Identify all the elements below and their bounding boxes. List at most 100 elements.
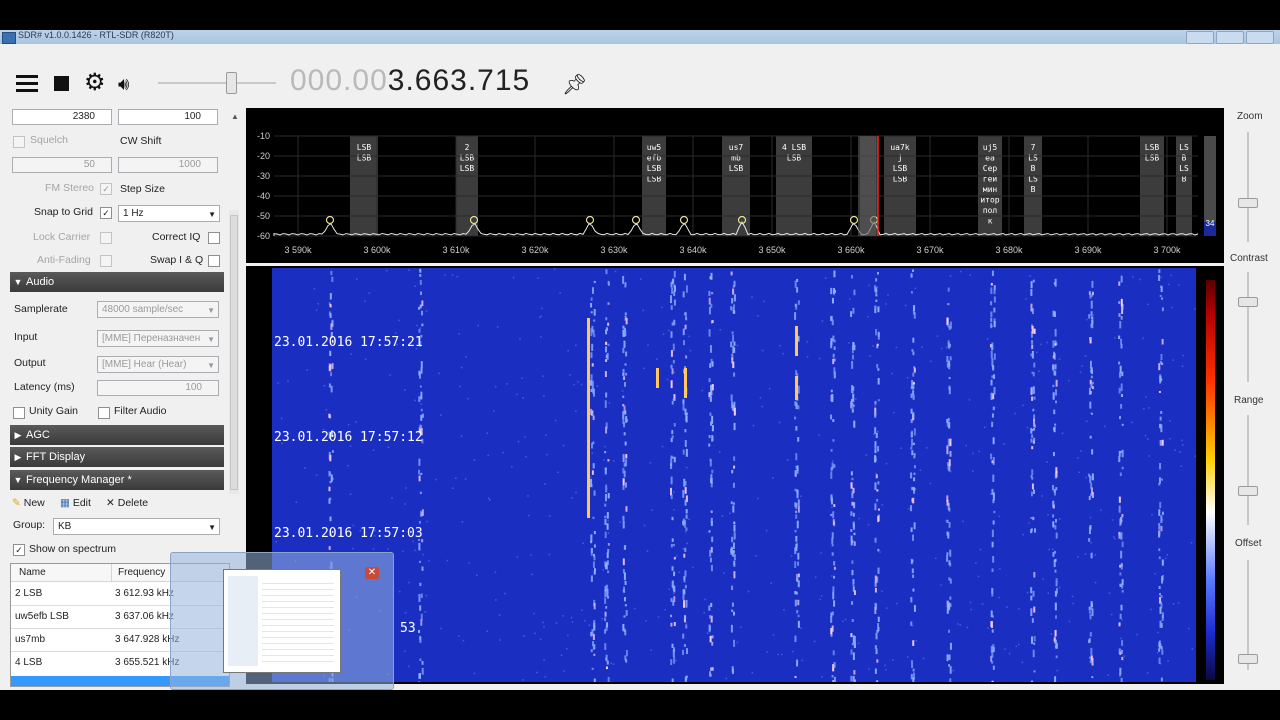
y-tick-label: -10 (257, 131, 270, 141)
unity-gain-label: Unity Gain (29, 405, 79, 417)
delete-button[interactable]: ✕ Delete (106, 497, 148, 509)
latency-input[interactable]: 100 (97, 380, 219, 396)
table-row-name[interactable]: uw5efb LSB (15, 606, 69, 628)
maximize-button[interactable] (1216, 31, 1244, 44)
swap-iq-label: Swap I & Q (150, 254, 204, 266)
volume-slider-thumb[interactable] (226, 72, 237, 94)
spectrum-analyzer[interactable]: LSB LSB 2 LSB LSB uw5 efb LSB LSB us7 mb LSB 4 LSB LS… (246, 108, 1224, 263)
input-device-select[interactable]: [MME] Переназначен ▼ (97, 330, 219, 347)
filter-bandwidth-input[interactable]: 2380 (12, 109, 112, 125)
latency-label: Latency (ms) (14, 381, 75, 393)
contrast-slider[interactable] (1247, 272, 1249, 382)
frequency-leading-digits[interactable]: 000.00 (290, 64, 388, 97)
edit-label: Edit (72, 497, 91, 509)
pin-icon[interactable]: 📌︎ (562, 72, 587, 97)
output-device-value: [MME] Hear (Hear) (102, 359, 187, 370)
table-row-frequency[interactable]: 3 637.06 kHz (115, 606, 174, 628)
input-device-value: [MME] Переназначен (102, 333, 201, 344)
unity-gain-checkbox[interactable] (13, 407, 25, 419)
correct-iq-label: Correct IQ (152, 231, 201, 243)
table-row-name[interactable]: us7mb (15, 629, 45, 651)
y-tick-label: -20 (257, 151, 270, 161)
agc-section-header[interactable]: ▶ AGC (10, 425, 224, 445)
fm-stereo-label: FM Stereo (45, 182, 95, 194)
delete-label: Delete (117, 497, 149, 509)
y-tick-label: -50 (257, 211, 270, 221)
show-on-spectrum-checkbox[interactable]: ✓ (13, 544, 25, 556)
samplerate-select[interactable]: 48000 sample/sec ▼ (97, 301, 219, 318)
anti-fading-checkbox[interactable] (100, 255, 112, 267)
new-label: New (23, 497, 45, 509)
squelch-value-input[interactable]: 50 (12, 157, 112, 173)
group-value: KB (58, 521, 72, 532)
table-row-name[interactable]: 4 LSB (15, 652, 42, 674)
lock-carrier-label: Lock Carrier (33, 231, 91, 243)
bookmark-label: LSBLSB (1145, 143, 1160, 163)
range-slider-thumb[interactable] (1238, 486, 1258, 496)
filter-audio-checkbox[interactable] (98, 407, 110, 419)
group-label: Group: (13, 519, 46, 531)
group-select[interactable]: KB ▼ (53, 518, 220, 535)
chevron-down-icon: ▼ (207, 361, 215, 370)
frequency-manager-section-label: Frequency Manager * (26, 474, 132, 486)
audio-section-header[interactable]: ▼ Audio (10, 272, 224, 292)
x-tick-label: 3 590k (284, 245, 312, 255)
chevron-down-icon: ▼ (207, 335, 215, 344)
close-button[interactable] (1246, 31, 1274, 44)
frequency-display[interactable]: 000.003.663.715 (290, 64, 530, 98)
gear-icon[interactable]: ⚙ (84, 71, 106, 95)
edit-button[interactable]: ▦ Edit (60, 497, 91, 509)
fm-stereo-checkbox[interactable]: ✓ (100, 183, 112, 195)
zoom-slider[interactable] (1247, 132, 1249, 242)
stop-icon[interactable] (54, 76, 69, 91)
speaker-icon[interactable]: 🔊︎ (118, 74, 129, 94)
minimize-button[interactable] (1186, 31, 1214, 44)
output-label: Output (14, 357, 46, 369)
swap-iq-checkbox[interactable] (208, 255, 220, 267)
offset-slider-thumb[interactable] (1238, 654, 1258, 664)
x-tick-label: 3 600k (363, 245, 391, 255)
audio-section-label: Audio (26, 276, 55, 288)
samplerate-value: 48000 sample/sec (102, 304, 184, 315)
window-titlebar[interactable]: SDR# v1.0.0.1426 - RTL-SDR (R820T) (0, 30, 1280, 44)
scroll-up-icon[interactable]: ▲ (231, 112, 239, 121)
peak-marker (631, 215, 641, 225)
waterfall-timestamp: 23.01.2016 17:57:21 (274, 335, 423, 350)
chevron-down-icon: ▼ (208, 210, 216, 219)
collapse-icon: ▼ (13, 475, 23, 485)
x-tick-label: 3 610k (442, 245, 470, 255)
left-panel-scrollbar-thumb[interactable] (230, 215, 238, 490)
output-device-select[interactable]: [MME] Hear (Hear) ▼ (97, 356, 219, 373)
peak-marker (585, 215, 595, 225)
waterfall-canvas[interactable] (272, 268, 1197, 689)
contrast-slider-thumb[interactable] (1238, 297, 1258, 307)
snap-to-grid-checkbox[interactable]: ✓ (100, 207, 112, 219)
taskbar-preview-popup[interactable]: ✕ (170, 552, 394, 690)
table-row-name[interactable]: 2 LSB (15, 583, 42, 605)
close-preview-icon[interactable]: ✕ (365, 567, 379, 579)
filter-order-input[interactable]: 100 (118, 109, 218, 125)
x-tick-label: 3 630k (600, 245, 628, 255)
show-on-spectrum-label: Show on spectrum (29, 543, 116, 555)
x-tick-label: 3 690k (1074, 245, 1102, 255)
column-header-name[interactable]: Name (11, 564, 111, 582)
fft-display-section-header[interactable]: ▶ FFT Display (10, 447, 224, 467)
menu-icon[interactable] (16, 75, 38, 93)
zoom-slider-thumb[interactable] (1238, 198, 1258, 208)
step-size-select[interactable]: 1 Hz ▼ (118, 205, 220, 222)
range-slider[interactable] (1247, 415, 1249, 525)
spectrum-plot[interactable]: LSB LSB2 LSB LSBuw5 efb LSB LSBus7 mb LSB4 LSB LS… (246, 108, 1224, 263)
frequency-digits[interactable]: 3.663.715 (388, 64, 530, 97)
new-button[interactable]: ✎ New (12, 497, 45, 509)
window-thumbnail[interactable] (223, 569, 341, 673)
frequency-manager-section-header[interactable]: ▼ Frequency Manager * (10, 470, 224, 490)
new-icon: ✎ (12, 497, 21, 509)
correct-iq-checkbox[interactable] (208, 232, 220, 244)
lock-carrier-checkbox[interactable] (100, 232, 112, 244)
offset-label: Offset (1235, 538, 1262, 549)
cw-shift-input[interactable]: 1000 (118, 157, 218, 173)
table-row-frequency[interactable]: 3 612.93 kHz (115, 583, 174, 605)
volume-slider[interactable] (158, 82, 276, 84)
squelch-checkbox[interactable] (13, 136, 25, 148)
bottom-letterbox (0, 690, 1280, 720)
